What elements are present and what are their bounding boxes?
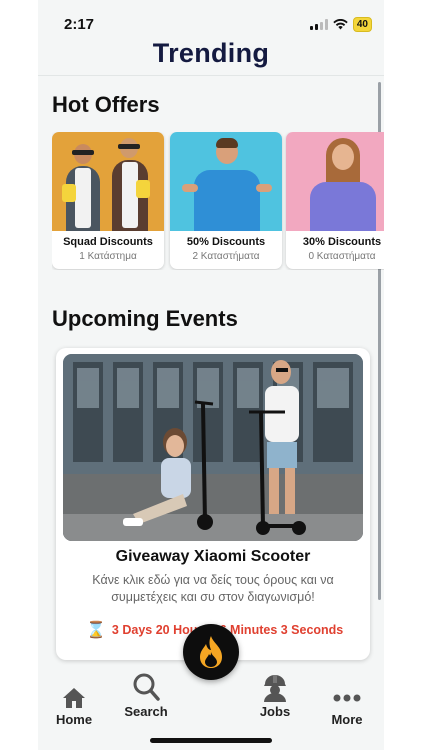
offer-image — [170, 132, 282, 231]
offer-card-50-percent[interactable]: 50% Discounts 2 Καταστήματα — [170, 132, 282, 269]
search-icon — [133, 673, 160, 701]
wifi-icon — [333, 19, 348, 30]
offer-card-30-percent[interactable]: 30% Discounts 0 Καταστήματα — [286, 132, 384, 269]
offer-image — [52, 132, 164, 231]
event-image — [63, 354, 363, 541]
upcoming-events-title: Upcoming Events — [52, 306, 238, 331]
home-icon — [63, 688, 85, 708]
offer-store-count: 2 Καταστήματα — [192, 251, 260, 262]
tab-more-label: More — [331, 712, 363, 727]
offer-card-squad[interactable]: Squad Discounts 1 Κατάστημα — [52, 132, 164, 269]
flame-icon — [200, 636, 222, 668]
tab-jobs-label: Jobs — [259, 704, 291, 719]
offer-name: Squad Discounts — [63, 236, 153, 248]
header: Trending — [38, 30, 384, 76]
event-card[interactable]: Giveaway Xiaomi Scooter Κάνε κλικ εδώ γι… — [56, 348, 370, 660]
app-screen: 2:17 40 Trending Hot Offers Squad Discou… — [38, 0, 384, 750]
tab-home[interactable]: Home — [39, 686, 109, 727]
tab-search-label: Search — [124, 704, 168, 719]
page-title: Trending — [152, 38, 270, 68]
offer-image — [286, 132, 384, 231]
offer-store-count: 1 Κατάστημα — [79, 251, 137, 262]
tab-home-label: Home — [55, 712, 93, 727]
cellular-signal-icon — [309, 19, 328, 30]
offer-name: 30% Discounts — [302, 236, 382, 248]
home-indicator — [150, 738, 272, 743]
event-description[interactable]: Κάνε κλικ εδώ για να δείς τους όρους και… — [74, 572, 352, 606]
offer-name: 50% Discounts — [186, 236, 266, 248]
tab-more[interactable]: More — [312, 686, 382, 727]
tab-search[interactable]: Search — [111, 672, 181, 719]
worker-helmet-icon — [264, 675, 286, 702]
event-title: Giveaway Xiaomi Scooter — [115, 548, 311, 565]
tab-jobs[interactable]: Jobs — [240, 672, 310, 719]
offer-store-count: 0 Καταστήματα — [308, 251, 376, 262]
more-dots-icon — [333, 694, 361, 702]
hot-offers-title: Hot Offers — [52, 92, 160, 117]
hourglass-icon: ⌛ — [86, 622, 106, 639]
trending-fab-button[interactable] — [183, 624, 239, 680]
hot-offers-carousel[interactable]: Squad Discounts 1 Κατάστημα 50% Discount… — [52, 132, 384, 270]
